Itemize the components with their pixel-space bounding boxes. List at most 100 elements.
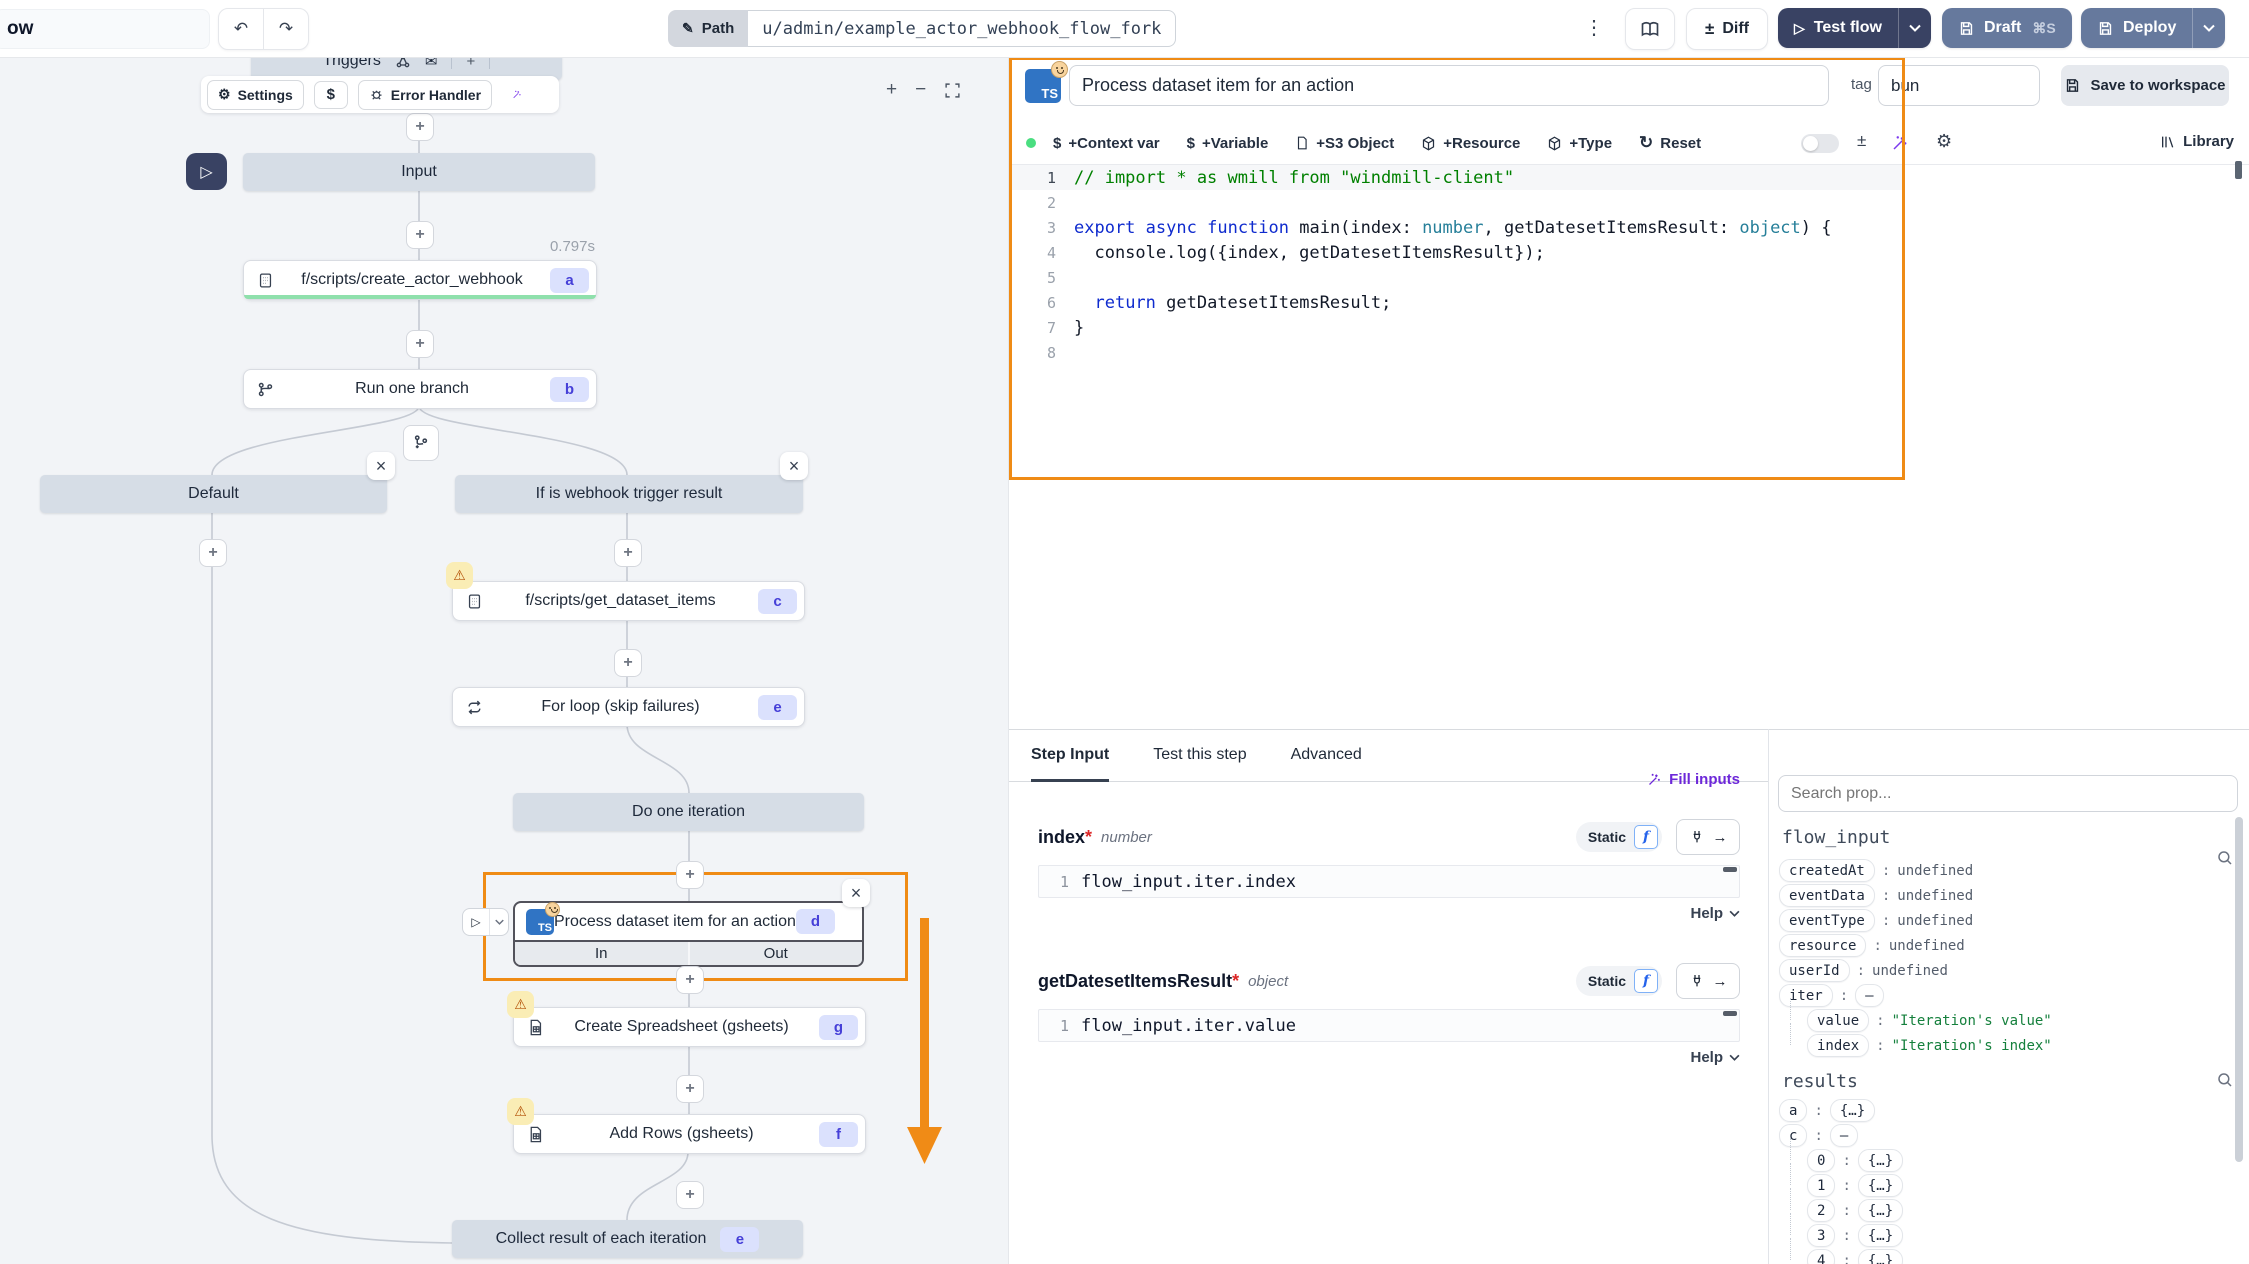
prop-value[interactable]: {…}	[1858, 1224, 1903, 1247]
prop-value[interactable]: –	[1855, 984, 1883, 1007]
add-branch-button[interactable]	[403, 425, 439, 461]
fill-inputs-button[interactable]: Fill inputs	[1647, 771, 1740, 788]
insert-step-button[interactable]: +	[199, 539, 227, 567]
prop-key[interactable]: 4	[1807, 1249, 1835, 1264]
prop-key[interactable]: 2	[1807, 1199, 1835, 1222]
error-handler-button[interactable]: Error Handler	[358, 80, 492, 110]
deploy-button[interactable]: Deploy	[2081, 8, 2225, 48]
step-out-tab[interactable]: Out	[688, 942, 863, 965]
prop-key[interactable]: iter	[1779, 984, 1833, 1007]
diff-mode-toggle[interactable]	[1801, 134, 1839, 153]
process-dataset-item-node[interactable]: TS Process dataset item for an action d …	[513, 901, 864, 967]
expression-editor[interactable]: 1 flow_input.iter.index	[1038, 865, 1740, 898]
static-mode-toggle[interactable]: Static f	[1576, 822, 1662, 852]
code-line[interactable]: 6 return getDatesetItemsResult;	[1012, 290, 1902, 315]
code-line[interactable]: 7}	[1012, 315, 1902, 340]
function-mode-icon[interactable]: f	[1634, 969, 1658, 993]
editor-settings-button[interactable]: ⚙	[1936, 131, 1952, 152]
run-one-branch-node[interactable]: Run one branch b	[243, 369, 597, 409]
prop-key[interactable]: a	[1779, 1099, 1807, 1122]
code-line[interactable]: 2	[1012, 190, 1902, 215]
zoom-in-button[interactable]: +	[886, 79, 897, 101]
prop-key[interactable]: value	[1807, 1009, 1869, 1032]
run-flow-button[interactable]: ▷	[186, 153, 227, 190]
reset-button[interactable]: ↻Reset	[1639, 133, 1701, 153]
prop-value[interactable]: {…}	[1858, 1199, 1903, 1222]
static-mode-toggle[interactable]: Static f	[1576, 966, 1662, 996]
tag-input[interactable]	[1878, 65, 2040, 106]
ai-assistant-button[interactable]	[502, 81, 532, 109]
redo-button[interactable]: ↷	[263, 9, 308, 49]
prop-key[interactable]: index	[1807, 1034, 1869, 1057]
insert-step-button[interactable]: +	[406, 330, 434, 358]
undo-button[interactable]: ↶	[219, 9, 263, 49]
expression-editor[interactable]: 1 flow_input.iter.value	[1038, 1009, 1740, 1042]
add-resource-button[interactable]: +Resource	[1421, 135, 1520, 152]
settings-button[interactable]: ⚙ Settings	[207, 80, 304, 110]
prop-value[interactable]: {…}	[1858, 1149, 1903, 1172]
prop-value[interactable]: {…}	[1830, 1099, 1875, 1122]
variables-button[interactable]: $	[314, 81, 348, 109]
add-context-var-button[interactable]: $+Context var	[1053, 135, 1160, 152]
delete-branch-button[interactable]: ×	[367, 452, 395, 480]
connect-input-button[interactable]: →	[1676, 963, 1740, 999]
flow-name-input[interactable]: ow	[0, 9, 210, 49]
props-scrollbar[interactable]	[2235, 817, 2243, 1162]
draft-button[interactable]: Draft ⌘S	[1942, 8, 2072, 48]
prop-value[interactable]: –	[1830, 1124, 1858, 1147]
for-loop-node[interactable]: For loop (skip failures) e	[452, 687, 805, 727]
delete-step-button[interactable]: ×	[842, 879, 870, 907]
step-in-tab[interactable]: In	[515, 942, 688, 965]
add-trigger-button[interactable]: +	[466, 57, 475, 70]
add-variable-button[interactable]: $+Variable	[1187, 135, 1269, 152]
search-icon[interactable]	[2216, 1071, 2234, 1089]
default-branch-node[interactable]: Default	[40, 475, 387, 513]
test-flow-dropdown[interactable]	[1898, 8, 1931, 48]
prop-value[interactable]: {…}	[1858, 1174, 1903, 1197]
insert-step-button[interactable]: +	[406, 113, 434, 141]
prop-key[interactable]: 3	[1807, 1224, 1835, 1247]
prop-key[interactable]: 0	[1807, 1149, 1835, 1172]
insert-step-button[interactable]: +	[676, 1075, 704, 1103]
code-line[interactable]: 1// import * as wmill from "windmill-cli…	[1012, 165, 1902, 190]
code-line[interactable]: 4 console.log({index, getDatesetItemsRes…	[1012, 240, 1902, 265]
editor-scrollbar[interactable]	[2235, 161, 2242, 179]
function-mode-icon[interactable]: f	[1634, 825, 1658, 849]
deploy-dropdown[interactable]	[2192, 8, 2225, 48]
collect-result-node[interactable]: Collect result of each iteration e	[452, 1220, 803, 1258]
insert-step-button[interactable]: +	[676, 1181, 704, 1209]
plus-minus-button[interactable]: ±	[1857, 131, 1866, 151]
diff-button[interactable]: ± Diff	[1686, 8, 1768, 50]
run-options-button[interactable]	[489, 909, 508, 935]
test-flow-button[interactable]: ▷ Test flow	[1778, 8, 1931, 48]
connect-input-button[interactable]: →	[1676, 819, 1740, 855]
fullscreen-icon[interactable]	[944, 82, 961, 99]
add-s3-object-button[interactable]: +S3 Object	[1295, 135, 1394, 152]
flow-canvas[interactable]: Triggers ✉ + ⚙ Settings $ Error Handler	[0, 57, 1008, 1264]
prop-key[interactable]: userId	[1779, 959, 1850, 982]
get-dataset-items-node[interactable]: f/scripts/get_dataset_items c	[452, 581, 805, 621]
insert-step-button[interactable]: +	[406, 221, 434, 249]
webhook-branch-node[interactable]: If is webhook trigger result	[455, 475, 803, 513]
library-button[interactable]: Library	[2160, 133, 2234, 150]
kebab-menu-button[interactable]: ⋮	[1583, 15, 1605, 40]
code-line[interactable]: 5	[1012, 265, 1902, 290]
prop-key[interactable]: eventType	[1779, 909, 1875, 932]
insert-step-button[interactable]: +	[676, 966, 704, 994]
docs-button[interactable]	[1625, 8, 1675, 50]
prop-key[interactable]: createdAt	[1779, 859, 1875, 882]
insert-step-button[interactable]: +	[614, 539, 642, 567]
delete-branch-button[interactable]: ×	[780, 452, 808, 480]
search-icon[interactable]	[2216, 849, 2234, 867]
create-actor-webhook-node[interactable]: f/scripts/create_actor_webhook a	[243, 260, 597, 300]
run-step-button[interactable]: ▷	[463, 915, 489, 929]
path-input[interactable]: u/admin/example_actor_webhook_flow_fork	[748, 10, 1176, 47]
insert-step-button[interactable]: +	[676, 861, 704, 889]
help-link[interactable]: Help	[1038, 905, 1740, 922]
insert-step-button[interactable]: +	[614, 649, 642, 677]
code-editor[interactable]: 1// import * as wmill from "windmill-cli…	[1012, 165, 1902, 480]
prop-key[interactable]: 1	[1807, 1174, 1835, 1197]
code-line[interactable]: 3export async function main(index: numbe…	[1012, 215, 1902, 240]
input-node[interactable]: Input	[243, 153, 595, 191]
search-prop-input[interactable]	[1778, 775, 2238, 812]
